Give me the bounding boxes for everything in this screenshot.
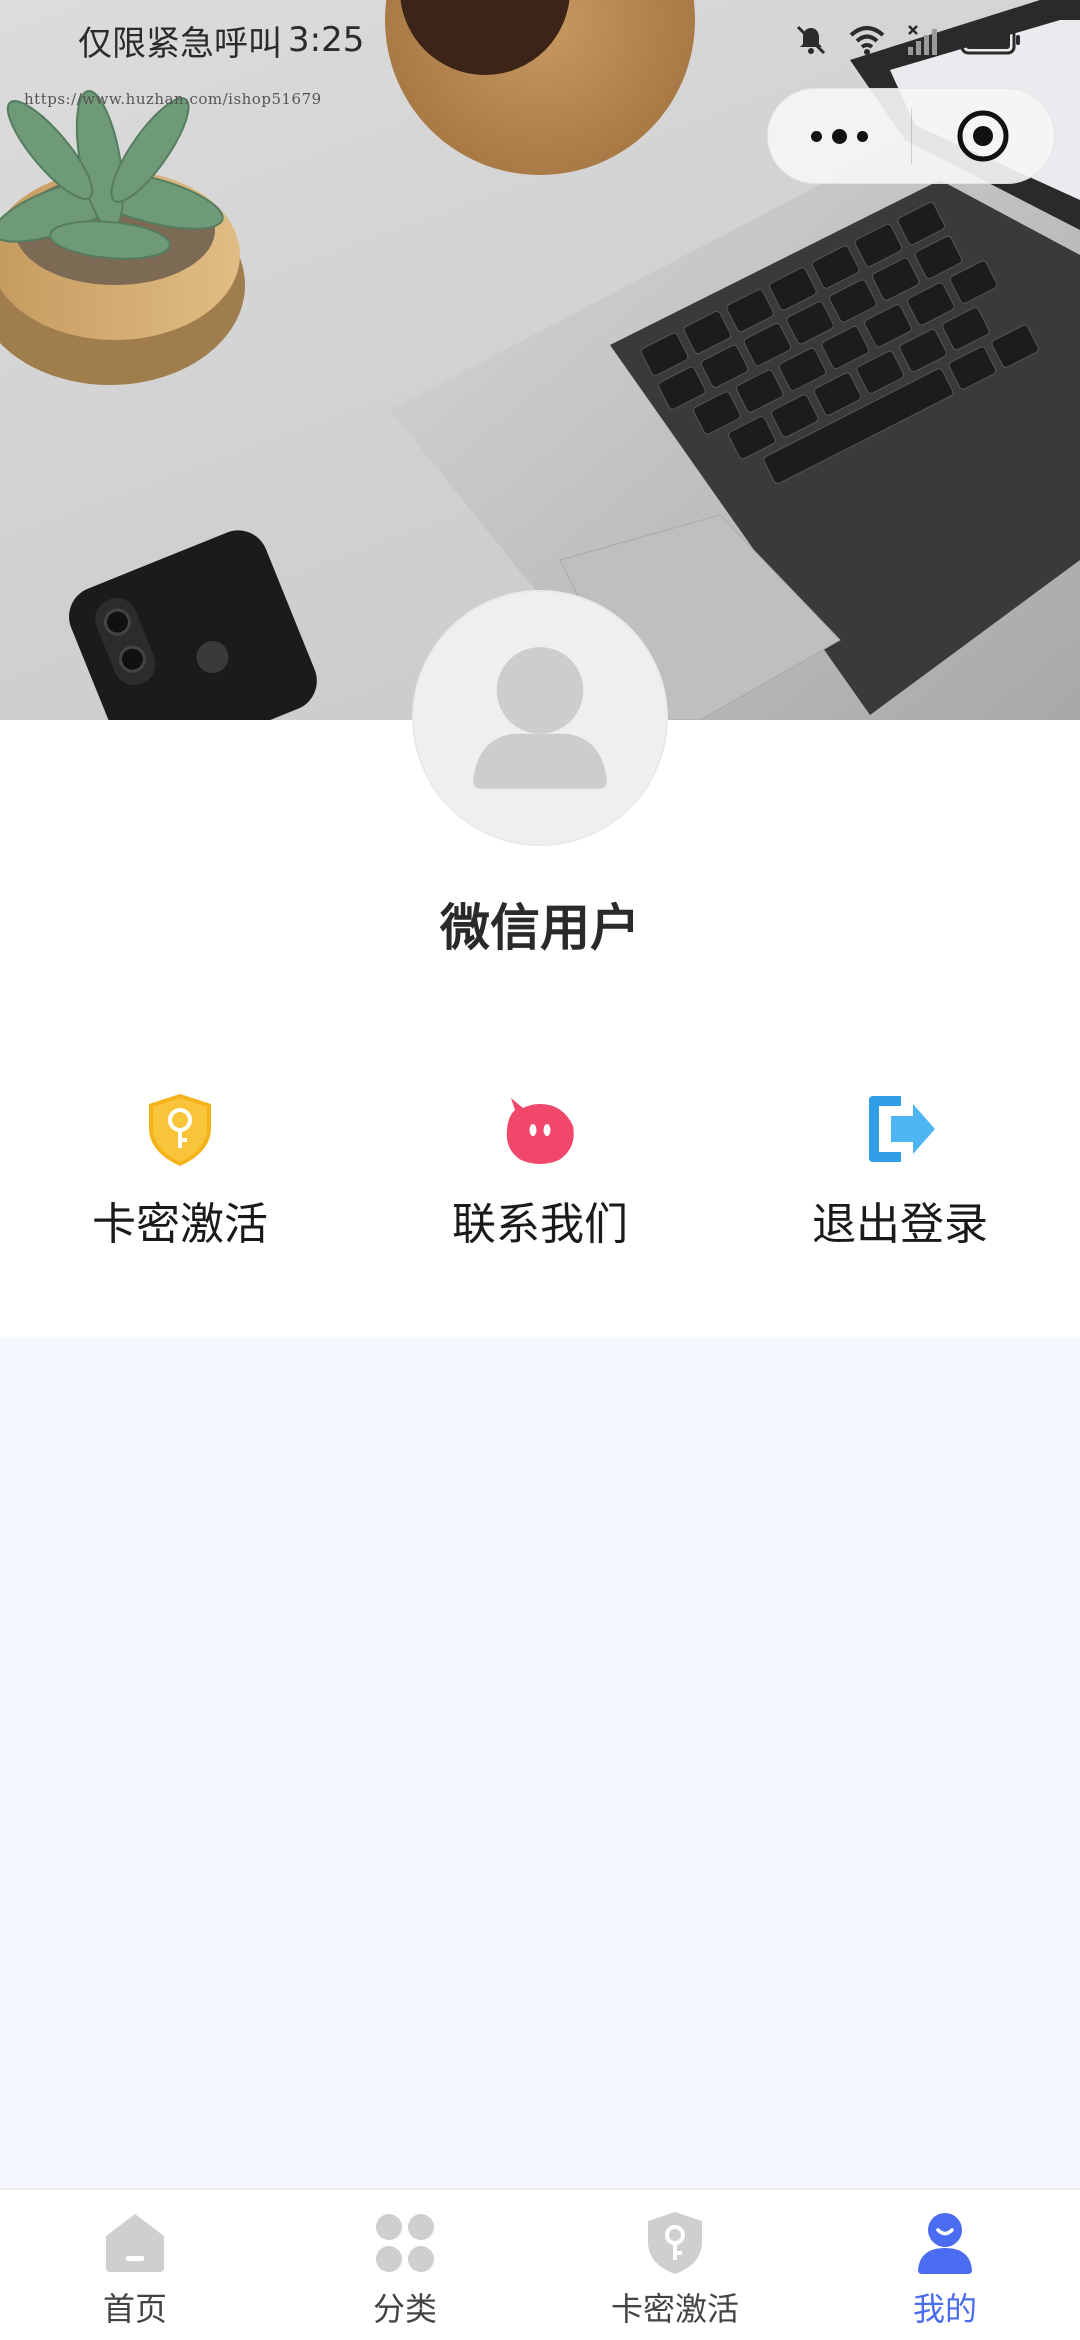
logout-arrow-icon xyxy=(861,1090,939,1168)
category-icon xyxy=(372,2210,438,2276)
tab-label-card-activate: 卡密激活 xyxy=(610,2290,739,2328)
clock-time: 3:25 xyxy=(288,20,365,60)
shield-key-icon xyxy=(141,1090,219,1168)
tab-home[interactable]: 首页 xyxy=(0,2190,270,2340)
status-icons xyxy=(794,23,1022,57)
tab-card-activate[interactable]: 卡密激活 xyxy=(540,2190,810,2340)
action-label-logout: 退出登录 xyxy=(812,1199,988,1250)
mini-program-capsule xyxy=(767,88,1055,184)
action-logout[interactable]: 退出登录 xyxy=(720,1090,1080,1260)
action-row: 卡密激活 联系我们 退出登录 xyxy=(0,1090,1080,1260)
tab-label-home: 首页 xyxy=(102,2290,167,2328)
more-button[interactable] xyxy=(768,89,911,183)
action-label-activate: 卡密激活 xyxy=(92,1199,268,1250)
home-icon xyxy=(102,2210,168,2276)
more-dots-icon xyxy=(806,128,873,144)
tab-mine[interactable]: 我的 xyxy=(810,2190,1080,2340)
user-silhouette-icon xyxy=(473,647,607,789)
avatar[interactable] xyxy=(412,590,668,846)
username: 微信用户 xyxy=(440,899,640,957)
tab-label-category: 分类 xyxy=(372,2290,437,2328)
status-bar: 仅限紧急呼叫 3:25 xyxy=(0,0,1080,80)
tab-label-mine: 我的 xyxy=(912,2290,977,2328)
wifi-icon xyxy=(849,26,885,55)
user-icon xyxy=(912,2210,978,2276)
action-contact-us[interactable]: 联系我们 xyxy=(360,1090,720,1260)
bottom-tab-bar: 首页 分类 卡密激活 我的 xyxy=(0,2188,1080,2340)
action-label-contact: 联系我们 xyxy=(452,1199,628,1250)
pink-creature-icon xyxy=(501,1090,579,1168)
shield-key-icon xyxy=(642,2210,708,2276)
battery-icon xyxy=(960,25,1020,55)
close-button[interactable] xyxy=(912,89,1055,183)
signal-none-icon xyxy=(908,25,937,55)
carrier-text: 仅限紧急呼叫 xyxy=(78,23,282,64)
mute-bell-icon xyxy=(796,25,826,55)
status-left: 仅限紧急呼叫 3:25 xyxy=(78,16,364,65)
target-circle-icon xyxy=(957,110,1009,162)
action-card-activate[interactable]: 卡密激活 xyxy=(0,1090,360,1260)
tab-category[interactable]: 分类 xyxy=(270,2190,540,2340)
watermark-url: https://www.huzhan.com/ishop51679 xyxy=(24,90,322,108)
